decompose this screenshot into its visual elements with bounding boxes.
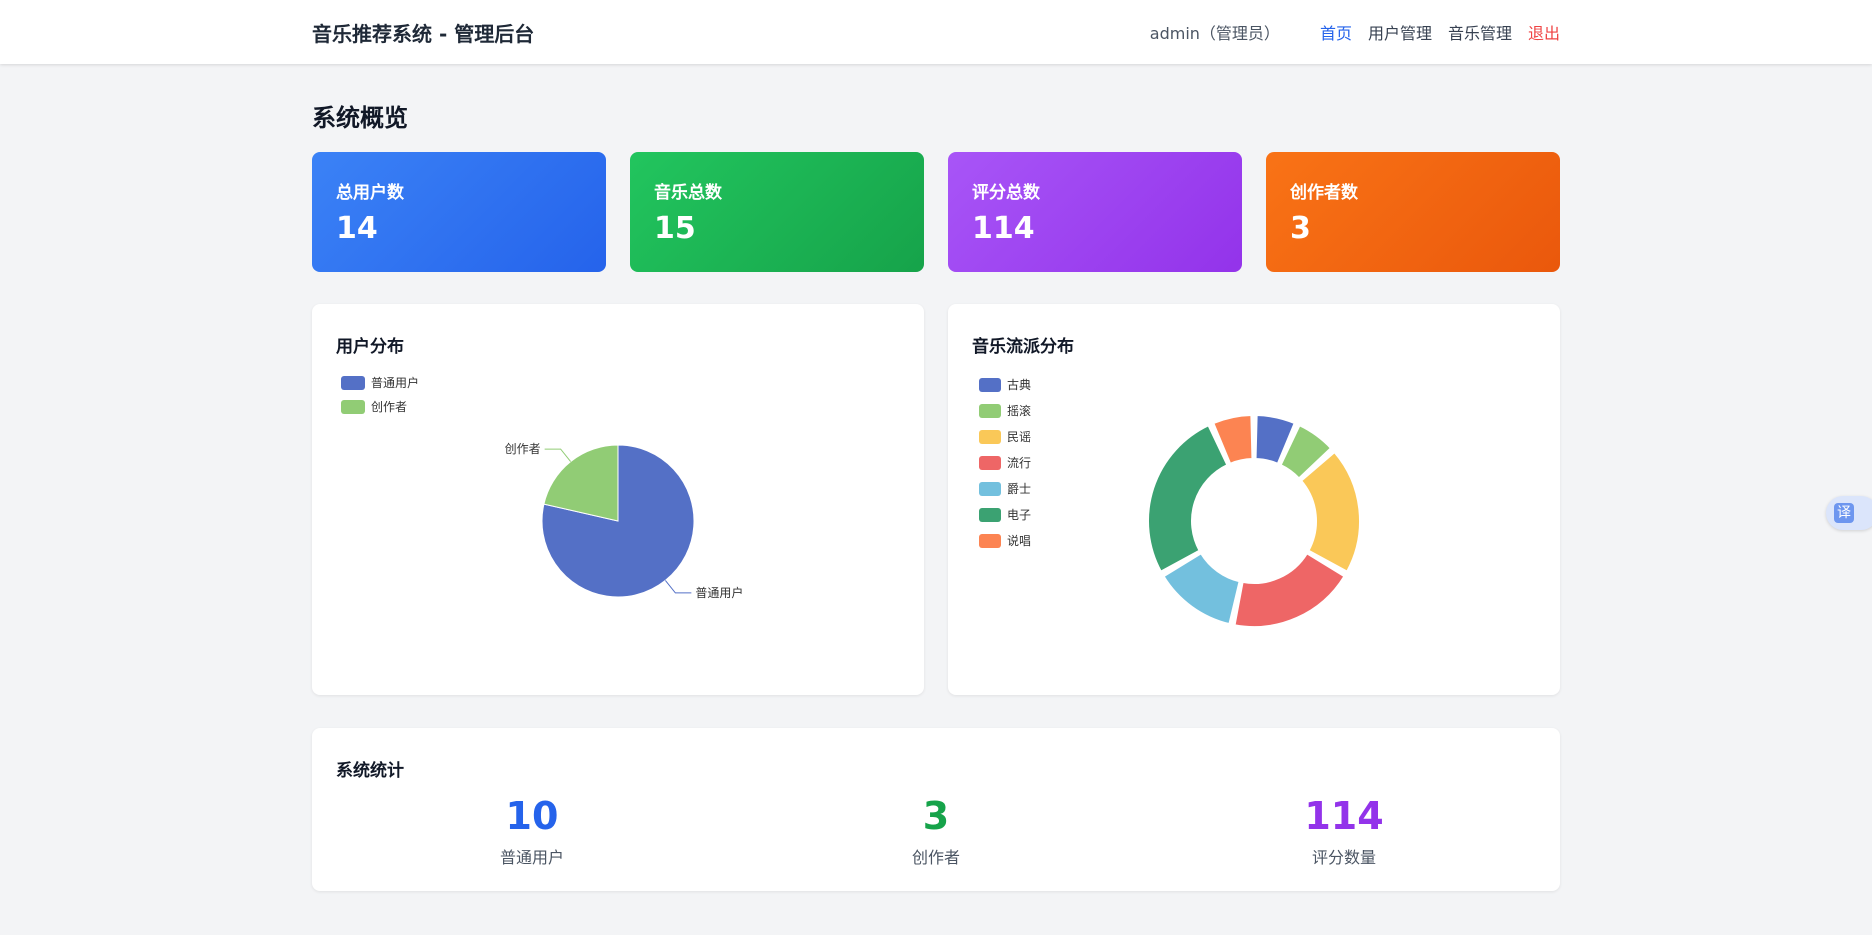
legend-label: 民谣 bbox=[1007, 430, 1031, 444]
translate-button[interactable]: 译 bbox=[1826, 496, 1872, 530]
genre-distribution-panel: 音乐流派分布 古典 摇滚 民谣 流行 爵士 电子 说唱 bbox=[948, 304, 1560, 695]
current-user: admin（管理员） bbox=[1149, 24, 1280, 43]
sys-stat-label: 评分数量 bbox=[1311, 848, 1376, 867]
sys-stat-normal-users: 10 普通用户 bbox=[412, 794, 652, 868]
stat-label: 创作者数 bbox=[1290, 183, 1358, 203]
sys-stat-creators: 3 创作者 bbox=[816, 794, 1056, 868]
legend-swatch bbox=[341, 400, 365, 414]
legend-label: 普通用户 bbox=[371, 375, 419, 390]
stat-card-creators: 创作者数 3 bbox=[1266, 152, 1560, 272]
stat-card-total-music: 音乐总数 15 bbox=[630, 152, 924, 272]
legend-label: 说唱 bbox=[1007, 533, 1031, 548]
sys-stat-value: 10 bbox=[505, 794, 559, 838]
nav-home[interactable]: 首页 bbox=[1320, 20, 1352, 44]
stat-value: 14 bbox=[336, 211, 378, 246]
nav-music-management[interactable]: 音乐管理 bbox=[1448, 20, 1512, 44]
pie-label: 创作者 bbox=[505, 442, 541, 456]
legend-swatch bbox=[979, 482, 1001, 496]
nav-user-management[interactable]: 用户管理 bbox=[1368, 20, 1432, 44]
logout-link[interactable]: 退出 bbox=[1528, 20, 1560, 44]
sys-stat-value: 3 bbox=[922, 794, 950, 838]
page-title: 系统概览 bbox=[312, 104, 408, 132]
sys-stat-ratings: 114 评分数量 bbox=[1224, 794, 1464, 868]
legend-swatch bbox=[979, 430, 1001, 444]
stat-label: 音乐总数 bbox=[654, 183, 722, 203]
stat-label: 评分总数 bbox=[972, 183, 1040, 203]
stat-card-total-ratings: 评分总数 114 bbox=[948, 152, 1242, 272]
nav-bar: admin（管理员） 首页 用户管理 音乐管理 退出 bbox=[1150, 20, 1560, 44]
translate-icon: 译 bbox=[1834, 503, 1854, 523]
donut-slice bbox=[1147, 424, 1229, 573]
stat-card-total-users: 总用户数 14 bbox=[312, 152, 606, 272]
donut-slice bbox=[1233, 552, 1346, 628]
sys-stat-label: 创作者 bbox=[911, 848, 960, 867]
user-distribution-panel: 用户分布 普通用户 创作者 普通用户 创作者 bbox=[312, 304, 924, 695]
legend-swatch bbox=[979, 508, 1001, 522]
legend-swatch bbox=[979, 534, 1001, 548]
donut-slice bbox=[1300, 451, 1361, 573]
legend-label: 爵士 bbox=[1007, 482, 1031, 496]
top-navbar: 音乐推荐系统 - 管理后台 admin（管理员） 首页 用户管理 音乐管理 退出 bbox=[0, 0, 1872, 64]
system-stats-panel: 系统统计 10 普通用户 3 创作者 114 评分数量 bbox=[312, 728, 1560, 891]
pie-label-line bbox=[544, 448, 572, 462]
stat-value: 114 bbox=[972, 211, 1035, 246]
stat-label: 总用户数 bbox=[336, 183, 404, 203]
legend-swatch bbox=[979, 378, 1001, 392]
sys-stat-value: 114 bbox=[1304, 794, 1384, 838]
panel-title: 系统统计 bbox=[336, 761, 404, 781]
stat-value: 3 bbox=[1290, 211, 1311, 246]
legend-swatch bbox=[341, 376, 365, 390]
legend-label: 摇滚 bbox=[1007, 403, 1031, 418]
user-distribution-chart: 普通用户创作者普通用户创作者 bbox=[341, 375, 743, 600]
legend-swatch bbox=[979, 404, 1001, 418]
app-title: 音乐推荐系统 - 管理后台 bbox=[312, 22, 535, 46]
sys-stat-label: 普通用户 bbox=[499, 848, 564, 867]
legend-label: 电子 bbox=[1007, 508, 1031, 522]
stat-value: 15 bbox=[654, 211, 696, 246]
pie-label-line bbox=[664, 580, 692, 594]
pie-label: 普通用户 bbox=[695, 585, 743, 600]
legend-label: 流行 bbox=[1007, 456, 1031, 470]
legend-label: 创作者 bbox=[371, 400, 407, 414]
genre-distribution-chart: 古典摇滚民谣流行爵士电子说唱 bbox=[979, 377, 1361, 628]
legend-label: 古典 bbox=[1007, 377, 1031, 392]
legend-swatch bbox=[979, 456, 1001, 470]
